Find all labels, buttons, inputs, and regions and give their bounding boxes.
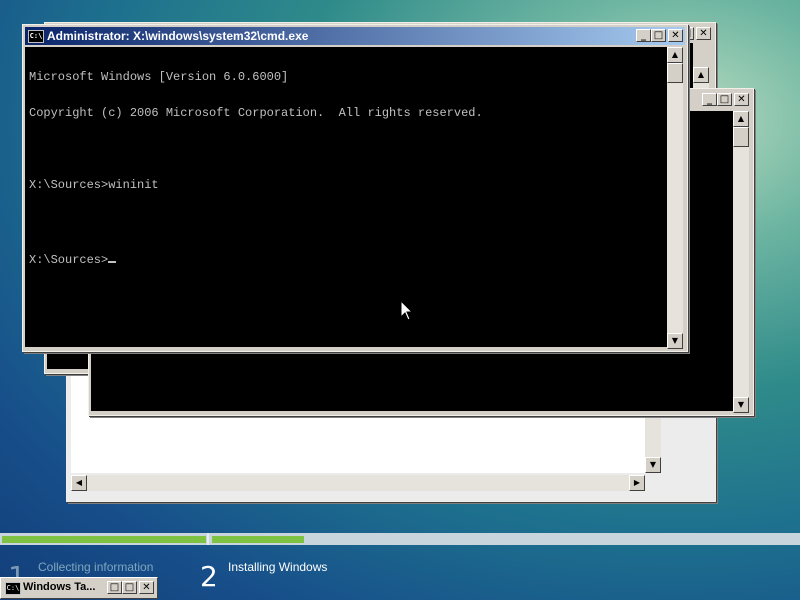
console-line: X:\Sources>wininit (29, 178, 159, 192)
cmd-titlebar[interactable]: C:\ Administrator: X:\windows\system32\c… (25, 27, 685, 45)
scroll-up-button[interactable]: ▲ (693, 67, 709, 83)
minimize-button[interactable]: _ (636, 29, 651, 42)
step-1-label: Collecting information (38, 560, 154, 574)
progress-step-2-fill (212, 536, 304, 543)
cmd-icon: C:\ (5, 582, 21, 595)
progress-divider (207, 533, 209, 545)
window-title: Administrator: X:\windows\system32\cmd.e… (47, 29, 309, 43)
scroll-down-button[interactable]: ▼ (645, 457, 661, 473)
scroll-up-button[interactable]: ▲ (667, 47, 683, 63)
console-output[interactable]: Microsoft Windows [Version 6.0.6000] Cop… (25, 47, 667, 347)
console-prompt: X:\Sources> (29, 253, 109, 267)
scroll-up-button[interactable]: ▲ (733, 111, 749, 127)
maximize-button[interactable]: □ (122, 581, 137, 594)
maximize-button[interactable]: □ (717, 93, 732, 106)
scroll-down-button[interactable]: ▼ (733, 397, 749, 413)
close-button[interactable]: ✕ (734, 93, 749, 106)
cmd-window[interactable]: C:\ Administrator: X:\windows\system32\c… (22, 24, 688, 352)
maximize-button[interactable]: □ (651, 29, 666, 42)
text-cursor (108, 251, 117, 263)
scroll-thumb[interactable] (733, 127, 749, 147)
scroll-down-button[interactable]: ▼ (667, 333, 683, 349)
progress-step-1-fill (2, 536, 206, 543)
cmd-icon: C:\ (28, 30, 44, 43)
mouse-pointer-icon (400, 300, 414, 321)
step-2-label: Installing Windows (228, 560, 328, 574)
close-button[interactable]: ✕ (696, 27, 711, 40)
background-window-2-scrollbar[interactable]: ▲ ▼ (733, 111, 749, 413)
scroll-left-button[interactable]: ◀ (71, 475, 87, 491)
setup-horizontal-scrollbar[interactable]: ◀ ▶ (71, 475, 645, 491)
close-button[interactable]: ✕ (139, 581, 154, 594)
setup-progress-bar (0, 533, 800, 545)
minimize-button[interactable]: _ (702, 93, 717, 106)
scroll-thumb[interactable] (667, 63, 683, 83)
taskbar-window-button[interactable]: C:\ Windows Ta... □ □ ✕ (0, 577, 158, 599)
taskbar-window-label: Windows Ta... (23, 581, 96, 593)
cmd-vertical-scrollbar[interactable]: ▲ ▼ (667, 47, 683, 349)
console-prompt-line: X:\Sources> (29, 251, 663, 266)
restore-button[interactable]: □ (107, 581, 122, 594)
step-2-number: 2 (200, 560, 218, 593)
console-line: Copyright (c) 2006 Microsoft Corporation… (29, 106, 483, 120)
console-line: Microsoft Windows [Version 6.0.6000] (29, 70, 289, 84)
close-button[interactable]: ✕ (668, 29, 683, 42)
scroll-right-button[interactable]: ▶ (629, 475, 645, 491)
